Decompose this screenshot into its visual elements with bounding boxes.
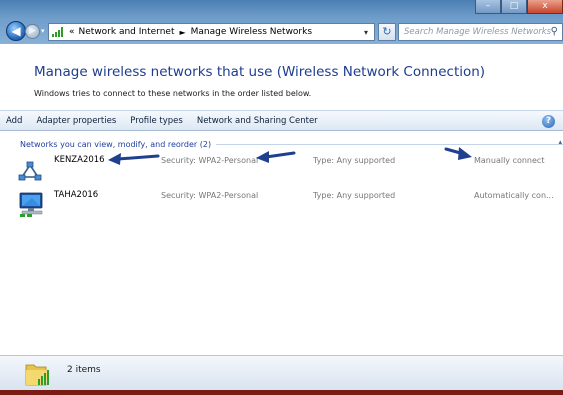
group-divider	[216, 143, 563, 145]
group-label: Networks you can view, modify, and reord…	[20, 139, 212, 149]
close-button[interactable]: x	[527, 0, 563, 14]
network-security: Security: WPA2-Personal	[161, 191, 259, 200]
breadcrumb-manage-wireless-networks[interactable]: Manage Wireless Networks	[191, 27, 312, 37]
recent-pages-chevron-icon[interactable]: ▾	[41, 27, 45, 35]
breadcrumb-network-and-internet[interactable]: Network and Internet	[79, 27, 175, 37]
search-placeholder: Search Manage Wireless Networks	[404, 27, 552, 37]
network-icon	[52, 27, 66, 37]
folder-icon	[25, 364, 49, 386]
network-type: Type: Any supported	[313, 191, 396, 200]
address-dropdown-icon[interactable]: ▾	[364, 28, 368, 37]
profile-types-button[interactable]: Profile types	[123, 116, 190, 126]
minimize-button[interactable]: –	[475, 0, 501, 14]
collapse-chevron-icon[interactable]: ▴	[558, 138, 562, 146]
network-connect-mode: Manually connect	[474, 156, 545, 165]
network-connect-mode: Automatically con...	[474, 191, 554, 200]
network-security: Security: WPA2-Personal	[161, 156, 259, 165]
network-and-sharing-center-button[interactable]: Network and Sharing Center	[190, 116, 325, 126]
add-button[interactable]: Add	[0, 116, 29, 126]
search-input[interactable]: Search Manage Wireless Networks ⚲	[398, 23, 563, 41]
item-count: 2 items	[67, 365, 101, 375]
network-name: TAHA2016	[54, 190, 99, 200]
window-chrome: – □ x ◀ ▶ ▾ « Network and Internet ► Man…	[0, 0, 563, 44]
annotation-arrow-security	[256, 151, 296, 163]
breadcrumb-overflow[interactable]: «	[69, 27, 75, 37]
control-panel-window: – □ x ◀ ▶ ▾ « Network and Internet ► Man…	[0, 0, 563, 390]
refresh-button[interactable]: ↻	[378, 23, 396, 41]
help-icon[interactable]: ?	[542, 115, 555, 128]
computer-network-icon	[19, 192, 43, 217]
command-toolbar: Add Adapter properties Profile types Net…	[0, 110, 563, 131]
page-title: Manage wireless networks that use (Wirel…	[34, 64, 486, 80]
caption-buttons: – □ x	[475, 0, 563, 14]
back-button[interactable]: ◀	[6, 21, 26, 41]
wireless-network-icon	[18, 161, 42, 181]
address-bar[interactable]: « Network and Internet ► Manage Wireless…	[48, 23, 375, 41]
annotation-arrow-mode	[444, 147, 472, 160]
adapter-properties-button[interactable]: Adapter properties	[29, 116, 123, 126]
maximize-button[interactable]: □	[501, 0, 527, 14]
search-icon[interactable]: ⚲	[551, 24, 558, 40]
page-subtitle: Windows tries to connect to these networ…	[34, 89, 312, 98]
network-row[interactable]: TAHA2016 Security: WPA2-Personal Type: A…	[14, 188, 563, 222]
breadcrumb-separator-icon[interactable]: ►	[179, 28, 185, 37]
status-bar: 2 items	[0, 355, 563, 390]
network-type: Type: Any supported	[313, 156, 396, 165]
network-name: KENZA2016	[54, 155, 105, 165]
forward-button[interactable]: ▶	[25, 24, 40, 39]
annotation-arrow-name	[108, 153, 160, 165]
